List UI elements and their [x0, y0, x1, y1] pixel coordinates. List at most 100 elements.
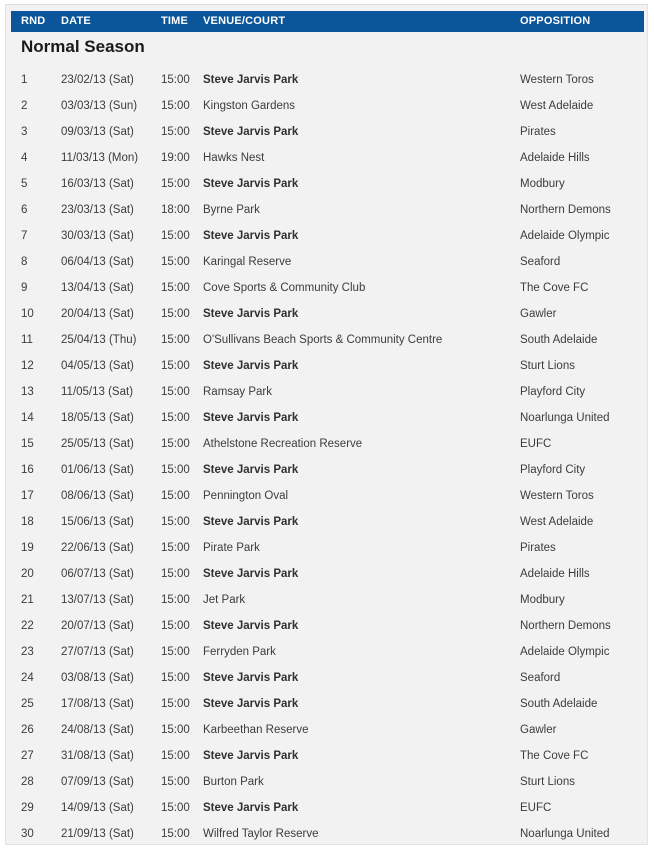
table-row[interactable]: 4 11/03/13 (Mon) 19:00 Hawks Nest Adelaide H…: [11, 145, 644, 171]
cell-time: 15:00: [161, 672, 190, 684]
cell-rnd: 20: [21, 568, 34, 580]
section-title-normal-season: Normal Season: [21, 37, 145, 56]
cell-venue: Steve Jarvis Park: [203, 802, 299, 814]
cell-date: 08/06/13 (Sat): [61, 490, 134, 502]
cell-opposition: Noarlunga United: [520, 412, 610, 424]
cell-date: 09/03/13 (Sat): [61, 126, 134, 138]
table-row[interactable]: 28 07/09/13 (Sat) 15:00 Burton Park Sturt Li…: [11, 769, 644, 795]
cell-date: 17/08/13 (Sat): [61, 698, 134, 710]
table-row[interactable]: 30 21/09/13 (Sat) 15:00 Wilfred Taylor Rese…: [11, 821, 644, 844]
cell-opposition: Adelaide Hills: [520, 152, 590, 164]
cell-opposition: Northern Demons: [520, 620, 611, 632]
cell-opposition: South Adelaide: [520, 698, 598, 710]
table-row[interactable]: 14 18/05/13 (Sat) 15:00 Steve Jarvis Park No…: [11, 405, 644, 431]
cell-rnd: 8: [21, 256, 28, 268]
cell-venue: Steve Jarvis Park: [203, 308, 299, 320]
cell-time: 15:00: [161, 360, 190, 372]
table-row[interactable]: 20 06/07/13 (Sat) 15:00 Steve Jarvis Park Ad…: [11, 561, 644, 587]
cell-time: 15:00: [161, 178, 190, 190]
cell-venue: O'Sullivans Beach Sports & Community Cen…: [203, 334, 443, 346]
table-row[interactable]: 17 08/06/13 (Sat) 15:00 Pennington Oval West…: [11, 483, 644, 509]
cell-time: 15:00: [161, 386, 190, 398]
cell-venue: Steve Jarvis Park: [203, 620, 299, 632]
cell-time: 15:00: [161, 724, 190, 736]
cell-opposition: The Cove FC: [520, 282, 589, 294]
cell-rnd: 24: [21, 672, 34, 684]
cell-opposition: Playford City: [520, 464, 586, 476]
cell-rnd: 22: [21, 620, 34, 632]
cell-opposition: Modbury: [520, 178, 565, 190]
cell-rnd: 7: [21, 230, 28, 242]
cell-rnd: 13: [21, 386, 34, 398]
cell-rnd: 11: [21, 334, 33, 346]
table-row[interactable]: 29 14/09/13 (Sat) 15:00 Steve Jarvis Park EU…: [11, 795, 644, 821]
table-row[interactable]: 8 06/04/13 (Sat) 15:00 Karingal Reserve Seaf…: [11, 249, 644, 275]
table-row[interactable]: 2 03/03/13 (Sun) 15:00 Kingston Gardens West…: [11, 93, 644, 119]
table-row[interactable]: 21 13/07/13 (Sat) 15:00 Jet Park Modbury: [11, 587, 644, 613]
table-row[interactable]: 23 27/07/13 (Sat) 15:00 Ferryden Park Adelai…: [11, 639, 644, 665]
cell-date: 13/04/13 (Sat): [61, 282, 134, 294]
table-row[interactable]: 25 17/08/13 (Sat) 15:00 Steve Jarvis Park So…: [11, 691, 644, 717]
cell-rnd: 3: [21, 126, 28, 138]
table-row[interactable]: 3 09/03/13 (Sat) 15:00 Steve Jarvis Park Pir…: [11, 119, 644, 145]
table-row[interactable]: 26 24/08/13 (Sat) 15:00 Karbeethan Reserve G…: [11, 717, 644, 743]
table-row[interactable]: 19 22/06/13 (Sat) 15:00 Pirate Park Pirates: [11, 535, 644, 561]
table-row[interactable]: 16 01/06/13 (Sat) 15:00 Steve Jarvis Park Pl…: [11, 457, 644, 483]
cell-venue: Steve Jarvis Park: [203, 698, 299, 710]
cell-opposition: Adelaide Olympic: [520, 230, 610, 242]
table-row[interactable]: 5 16/03/13 (Sat) 15:00 Steve Jarvis Park Mod…: [11, 171, 644, 197]
table-row[interactable]: 13 11/05/13 (Sat) 15:00 Ramsay Park Playford…: [11, 379, 644, 405]
cell-time: 15:00: [161, 828, 190, 840]
table-row[interactable]: 15 25/05/13 (Sat) 15:00 Athelstone Recreati…: [11, 431, 644, 457]
table-row[interactable]: 1 23/02/13 (Sat) 15:00 Steve Jarvis Park Wes…: [11, 67, 644, 93]
table-row[interactable]: 11 25/04/13 (Thu) 15:00 O'Sullivans Beach S…: [11, 327, 644, 353]
cell-venue: Steve Jarvis Park: [203, 516, 299, 528]
cell-date: 18/05/13 (Sat): [61, 412, 134, 424]
cell-time: 15:00: [161, 464, 190, 476]
cell-opposition: Northern Demons: [520, 204, 611, 216]
cell-date: 21/09/13 (Sat): [61, 828, 134, 840]
cell-time: 15:00: [161, 776, 190, 788]
cell-date: 20/04/13 (Sat): [61, 308, 134, 320]
table-row[interactable]: 9 13/04/13 (Sat) 15:00 Cove Sports & Commun…: [11, 275, 644, 301]
cell-venue: Byrne Park: [203, 204, 260, 216]
cell-rnd: 12: [21, 360, 34, 372]
column-header-rnd: RND: [21, 15, 46, 27]
table-row[interactable]: 10 20/04/13 (Sat) 15:00 Steve Jarvis Park Ga…: [11, 301, 644, 327]
cell-time: 15:00: [161, 126, 190, 138]
cell-rnd: 19: [21, 542, 34, 554]
cell-time: 19:00: [161, 152, 190, 164]
cell-venue: Pirate Park: [203, 542, 260, 554]
cell-date: 22/06/13 (Sat): [61, 542, 134, 554]
cell-date: 20/07/13 (Sat): [61, 620, 134, 632]
table-row[interactable]: 12 04/05/13 (Sat) 15:00 Steve Jarvis Park St…: [11, 353, 644, 379]
cell-opposition: EUFC: [520, 802, 552, 814]
cell-date: 11/03/13 (Mon): [61, 152, 139, 164]
table-row[interactable]: 6 23/03/13 (Sat) 18:00 Byrne Park Northern D…: [11, 197, 644, 223]
cell-time: 15:00: [161, 516, 190, 528]
table-row[interactable]: 24 03/08/13 (Sat) 15:00 Steve Jarvis Park Se…: [11, 665, 644, 691]
cell-date: 23/02/13 (Sat): [61, 74, 134, 86]
cell-opposition: Modbury: [520, 594, 565, 606]
table-row[interactable]: 22 20/07/13 (Sat) 15:00 Steve Jarvis Park No…: [11, 613, 644, 639]
table-row[interactable]: 27 31/08/13 (Sat) 15:00 Steve Jarvis Park Th…: [11, 743, 644, 769]
cell-rnd: 30: [21, 828, 34, 840]
cell-date: 11/05/13 (Sat): [61, 386, 134, 398]
column-header-time: TIME: [161, 15, 189, 27]
table-row[interactable]: 7 30/03/13 (Sat) 15:00 Steve Jarvis Park Ade…: [11, 223, 644, 249]
cell-rnd: 23: [21, 646, 34, 658]
cell-date: 23/03/13 (Sat): [61, 204, 134, 216]
table-row[interactable]: 18 15/06/13 (Sat) 15:00 Steve Jarvis Park We…: [11, 509, 644, 535]
cell-date: 31/08/13 (Sat): [61, 750, 134, 762]
cell-date: 14/09/13 (Sat): [61, 802, 134, 814]
cell-opposition: West Adelaide: [520, 100, 594, 112]
cell-time: 15:00: [161, 74, 190, 86]
fixture-rows-container: 1 23/02/13 (Sat) 15:00 Steve Jarvis Park Wes…: [11, 67, 644, 844]
cell-time: 15:00: [161, 438, 190, 450]
cell-date: 24/08/13 (Sat): [61, 724, 134, 736]
cell-time: 15:00: [161, 646, 190, 658]
cell-date: 15/06/13 (Sat): [61, 516, 134, 528]
cell-time: 15:00: [161, 256, 190, 268]
cell-opposition: Gawler: [520, 724, 557, 736]
cell-venue: Ferryden Park: [203, 646, 276, 658]
